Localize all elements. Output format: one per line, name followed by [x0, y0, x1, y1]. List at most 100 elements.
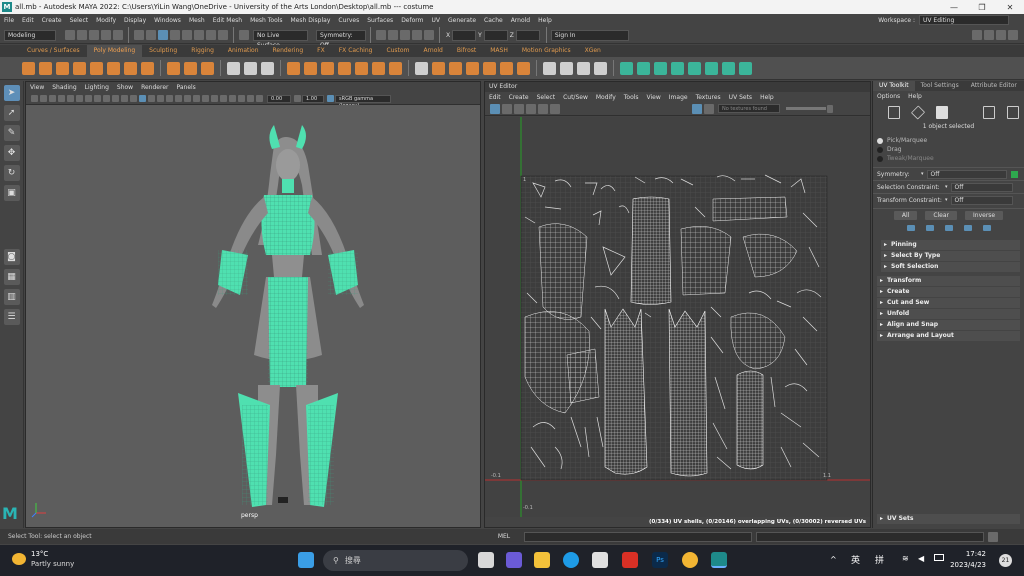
shelf-tab-poly-modeling[interactable]: Poly Modeling	[86, 45, 143, 57]
wps-office-icon[interactable]	[622, 552, 638, 568]
channel-box-icon[interactable]	[1008, 30, 1018, 40]
speaker-icon[interactable]: ◀	[918, 554, 924, 563]
tab-uv-toolkit[interactable]: UV Toolkit	[873, 81, 915, 91]
spherical-mapping-icon[interactable]	[671, 61, 684, 75]
safe-action-icon[interactable]	[112, 95, 119, 102]
save-scene-icon[interactable]	[89, 30, 99, 40]
uv-shell[interactable]	[566, 348, 600, 404]
shadows-icon[interactable]	[184, 95, 191, 102]
platonic-solid-icon[interactable]	[141, 61, 154, 75]
connect-icon[interactable]	[483, 61, 496, 75]
uv-menu-edit[interactable]: Edit	[485, 94, 505, 101]
tool-settings-icon[interactable]	[996, 30, 1006, 40]
uv-filter-icon[interactable]	[550, 103, 560, 114]
field-chart-icon[interactable]	[103, 95, 110, 102]
new-scene-icon[interactable]	[65, 30, 75, 40]
modeling-toolkit-icon[interactable]	[972, 30, 982, 40]
workspace-dropdown[interactable]: UV Editing	[919, 15, 1009, 25]
uv-shell[interactable]	[736, 370, 764, 470]
shelf-tab-xgen[interactable]: XGen	[578, 45, 608, 57]
microsoft-store-icon[interactable]	[592, 552, 608, 568]
section-transform[interactable]: Transform	[877, 276, 1020, 286]
safe-title-icon[interactable]	[121, 95, 128, 102]
character-model[interactable]	[26, 105, 480, 527]
xray-components-icon[interactable]	[247, 95, 254, 102]
mirror-icon[interactable]	[415, 61, 428, 75]
uv-checker-icon[interactable]	[514, 103, 524, 114]
extrude-icon[interactable]	[304, 61, 317, 75]
combine-icon[interactable]	[227, 61, 240, 75]
chrome-browser-icon[interactable]	[682, 552, 698, 568]
menu-deform[interactable]: Deform	[397, 17, 427, 24]
radio-icon[interactable]	[877, 146, 883, 153]
xray-joints-icon[interactable]	[238, 95, 245, 102]
tab-tool-settings[interactable]: Tool Settings	[915, 81, 965, 91]
hypershade-icon[interactable]	[412, 30, 422, 40]
ime-mode-indicator[interactable]: 拼	[875, 553, 884, 566]
open-scene-icon[interactable]	[77, 30, 87, 40]
taskbar-clock[interactable]: 17:42 2023/4/23	[950, 549, 986, 571]
redo-icon[interactable]	[113, 30, 123, 40]
symmetry-dropdown[interactable]: Symmetry: Off	[316, 29, 366, 49]
sculpt-icon[interactable]	[560, 61, 573, 75]
z-field[interactable]	[515, 29, 540, 41]
cylindrical-mapping-icon[interactable]	[654, 61, 667, 75]
poly-torus-icon[interactable]	[90, 61, 103, 75]
circularize-icon[interactable]	[432, 61, 445, 75]
single-perspective-view-icon[interactable]: ◙	[3, 249, 20, 265]
menu-file[interactable]: File	[0, 17, 18, 24]
perspective-viewport[interactable]: View Shading Lighting Show Renderer Pane…	[25, 81, 481, 528]
menu-curves[interactable]: Curves	[334, 17, 363, 24]
shelf-tab-arnold[interactable]: Arnold	[416, 45, 449, 57]
section-uv-sets[interactable]: UV Sets	[877, 514, 1020, 524]
section-pinning[interactable]: Pinning	[881, 240, 1020, 250]
camera-select-icon[interactable]	[31, 95, 38, 102]
mode-drag[interactable]: Drag	[873, 145, 1024, 154]
texture-dropdown[interactable]: No textures found	[718, 104, 780, 113]
uv-menu-view[interactable]: View	[643, 94, 665, 101]
exposure-icon[interactable]	[256, 95, 263, 102]
uv-menu-create[interactable]: Create	[505, 94, 533, 101]
append-polygon-icon[interactable]	[355, 61, 368, 75]
xray-icon[interactable]	[229, 95, 236, 102]
shelf-tab-curves-surfaces[interactable]: Curves / Surfaces	[20, 45, 87, 57]
viewport-menu-lighting[interactable]: Lighting	[81, 84, 113, 91]
snap-curve-icon[interactable]	[182, 30, 192, 40]
color-management-icon[interactable]	[327, 95, 334, 102]
select-overlapping-icon[interactable]	[982, 225, 991, 231]
menu-help[interactable]: Help	[534, 17, 556, 24]
viewport-menu-renderer[interactable]: Renderer	[137, 84, 172, 91]
uv-grid-icon[interactable]	[490, 103, 500, 114]
close-button[interactable]: ✕	[996, 0, 1024, 14]
ipr-render-icon[interactable]	[388, 30, 398, 40]
exposure-field[interactable]: 0.00	[267, 94, 291, 103]
shelf-tab-motion-graphics[interactable]: Motion Graphics	[515, 45, 578, 57]
uv-menu-help[interactable]: Help	[756, 94, 778, 101]
gate-mask-icon[interactable]	[94, 95, 101, 102]
command-language-label[interactable]: MEL	[484, 533, 524, 540]
section-create[interactable]: Create	[877, 287, 1020, 297]
rotate-tool-icon[interactable]: ↻	[3, 165, 20, 181]
menu-generate[interactable]: Generate	[444, 17, 480, 24]
bridge-icon[interactable]	[321, 61, 334, 75]
x-field[interactable]	[452, 29, 477, 41]
exposure-slider-handle-icon[interactable]	[827, 104, 833, 113]
unfold-uv-icon[interactable]	[739, 61, 752, 75]
y-field[interactable]	[483, 29, 508, 41]
section-cut-and-sew[interactable]: Cut and Sew	[877, 298, 1020, 308]
shelf-tab-fx[interactable]: FX	[310, 45, 332, 57]
uv-layout[interactable]: 1 1.1 -0.1 -0.1	[485, 117, 870, 517]
boolean-icon[interactable]	[287, 61, 300, 75]
uv-menu-textures[interactable]: Textures	[692, 94, 725, 101]
menu-modify[interactable]: Modify	[92, 17, 120, 24]
poly-disc-icon[interactable]	[124, 61, 137, 75]
camera-attributes-icon[interactable]	[40, 95, 47, 102]
resolution-gate-icon[interactable]	[85, 95, 92, 102]
gamma-icon[interactable]	[294, 95, 301, 102]
section-align-and-snap[interactable]: Align and Snap	[877, 320, 1020, 330]
maya-taskbar-icon[interactable]	[711, 552, 727, 568]
fill-hole-icon[interactable]	[372, 61, 385, 75]
soft-mod-icon[interactable]	[543, 61, 556, 75]
textured-icon[interactable]	[166, 95, 173, 102]
uv-canvas[interactable]: 1 1.1 -0.1 -0.1	[485, 117, 870, 517]
